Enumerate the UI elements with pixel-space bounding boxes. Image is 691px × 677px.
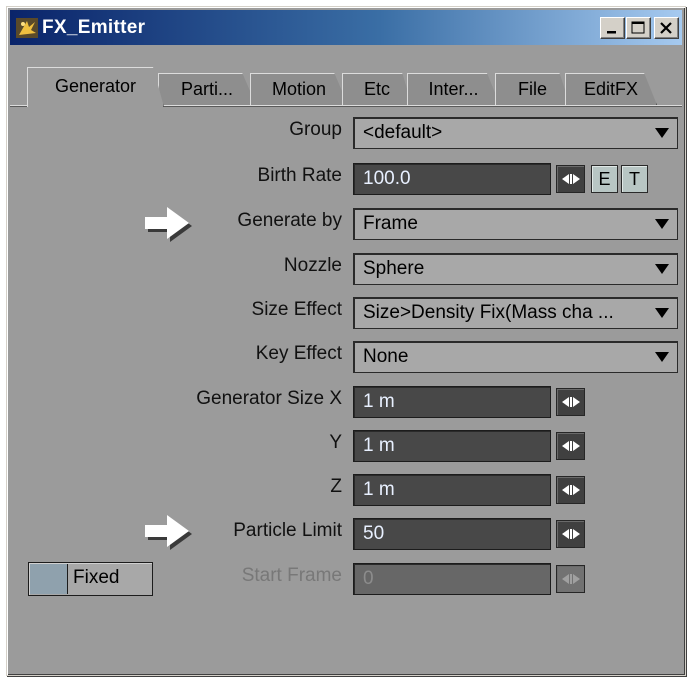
generator-size-y-value: 1 m [363,435,395,456]
size-effect-dropdown[interactable]: Size>Density Fix(Mass cha ... [353,297,678,329]
generator-size-x-row: Generator Size X 1 m [7,384,687,418]
generator-size-z-value: 1 m [363,479,395,500]
group-row: Group <default> [7,115,687,149]
generator-size-z-slider-button[interactable] [556,476,585,504]
start-frame-input: 0 [353,563,551,595]
tab-motion[interactable]: Motion [250,73,348,105]
left-right-arrows-icon [562,441,580,451]
generator-size-x-value: 1 m [363,391,395,412]
left-right-arrows-icon [562,397,580,407]
dropdown-arrow-icon [655,308,669,318]
maximize-icon [631,21,645,34]
nozzle-label: Nozzle [283,255,342,276]
size-effect-row: Size Effect Size>Density Fix(Mass cha ..… [7,295,687,329]
start-frame-label: Start Frame [241,565,342,586]
texture-button[interactable]: T [621,165,648,193]
tab-interaction[interactable]: Inter... [407,73,500,105]
generator-size-x-slider-button[interactable] [556,388,585,416]
generator-size-y-slider-button[interactable] [556,432,585,460]
generator-size-x-input[interactable]: 1 m [353,386,551,418]
generator-size-y-label: Y [329,432,342,453]
generator-size-y-row: Y 1 m [7,428,687,462]
generate-by-value: Frame [363,213,418,234]
particle-limit-slider-button[interactable] [556,520,585,548]
title-bar[interactable]: FX_Emitter [10,10,682,45]
maximize-button[interactable] [626,17,651,39]
key-effect-value: None [363,346,409,367]
dropdown-arrow-icon [655,219,669,229]
window-title: FX_Emitter [42,17,146,38]
nozzle-dropdown[interactable]: Sphere [353,253,678,285]
fx-emitter-app-icon [16,18,38,38]
tab-editfx[interactable]: EditFX [565,73,657,105]
particle-limit-value: 50 [363,523,385,544]
nozzle-value: Sphere [363,258,425,279]
key-effect-label: Key Effect [255,343,342,364]
close-icon [660,22,672,34]
key-effect-row: Key Effect None [7,339,687,373]
dropdown-arrow-icon [655,352,669,362]
group-label: Group [289,119,342,140]
generate-by-dropdown[interactable]: Frame [353,208,678,240]
start-frame-row: Start Frame 0 [7,561,687,595]
generator-size-z-input[interactable]: 1 m [353,474,551,506]
tab-file[interactable]: File [495,73,570,105]
generator-size-x-label: Generator Size X [196,388,342,409]
minimize-icon [607,31,616,34]
left-right-arrows-icon [562,174,580,184]
generator-size-z-label: Z [330,476,342,497]
tab-bar: Generator Parti... Motion Etc Inter... F… [10,67,682,107]
generate-by-label: Generate by [237,210,342,231]
generator-size-z-row: Z 1 m [7,472,687,506]
nozzle-row: Nozzle Sphere [7,251,687,285]
birth-rate-value: 100.0 [363,168,411,189]
minimize-button[interactable] [600,17,625,39]
birth-rate-label: Birth Rate [257,165,342,186]
birth-rate-input[interactable]: 100.0 [353,163,551,195]
particle-limit-input[interactable]: 50 [353,518,551,550]
group-value: <default> [363,122,443,143]
left-right-arrows-icon [562,529,580,539]
key-effect-dropdown[interactable]: None [353,341,678,373]
envelope-button[interactable]: E [591,165,618,193]
dropdown-arrow-icon [655,264,669,274]
tab-particles[interactable]: Parti... [158,73,256,105]
tab-generator[interactable]: Generator [27,67,164,107]
start-frame-slider-button [556,565,585,593]
particle-limit-row: Particle Limit 50 [7,516,687,550]
group-dropdown[interactable]: <default> [353,117,678,149]
tab-etc[interactable]: Etc [342,73,412,105]
size-effect-value: Size>Density Fix(Mass cha ... [363,302,614,323]
start-frame-value: 0 [363,568,374,589]
generate-by-row: Generate by Frame [7,206,687,240]
birth-rate-row: Birth Rate 100.0 E T [7,161,687,195]
close-button[interactable] [654,17,679,39]
particle-limit-label: Particle Limit [233,520,342,541]
left-right-arrows-icon [562,485,580,495]
generator-size-y-input[interactable]: 1 m [353,430,551,462]
fx-emitter-window: FX_Emitter Generator Parti... Motion Etc… [6,6,686,676]
left-right-arrows-icon [562,574,580,584]
dropdown-arrow-icon [655,128,669,138]
size-effect-label: Size Effect [251,299,342,320]
birth-rate-slider-button[interactable] [556,165,585,193]
